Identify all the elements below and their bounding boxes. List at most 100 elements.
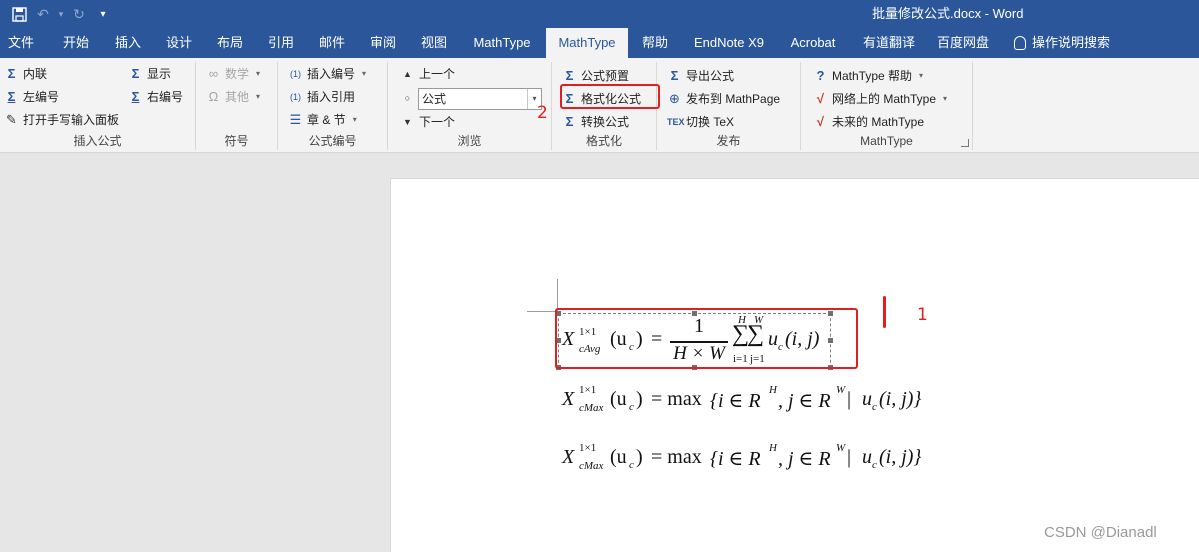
eq-arg-close: ) — [636, 388, 643, 410]
list-icon: ☰ — [289, 112, 302, 127]
tex-icon: TEX — [667, 117, 685, 127]
chevron-down-icon: ▾ — [256, 69, 261, 78]
arrow-up-icon: ▲ — [403, 69, 412, 79]
tab-references[interactable]: 引用 — [257, 28, 305, 58]
future-icon: √ — [816, 114, 825, 129]
sigma-numbered-icon: Σ — [131, 89, 140, 104]
tab-layout[interactable]: 布局 — [206, 28, 254, 58]
title-bar: ↶ ▾ ↻ ▾ 批量修改公式.docx - Word — [0, 0, 1199, 28]
sigma-numbered-icon: Σ — [7, 89, 16, 104]
handwriting-panel-button[interactable]: ✎ 打开手写输入面板 — [4, 110, 119, 130]
group-browse: ▲ 上一个 ○ 公式 ▾ ▼ 下一个 浏览 — [388, 62, 552, 150]
other-symbols-button[interactable]: Ω 其他 ▾ — [206, 87, 260, 107]
equation-2[interactable]: X 1×1 cMax (u c ) = max {i ∈ R H , j ∈ R… — [562, 382, 942, 422]
radio-icon: ○ — [404, 93, 411, 103]
chevron-down-icon: ▾ — [943, 94, 948, 103]
tab-acrobat[interactable]: Acrobat — [780, 28, 846, 58]
toggle-tex-button[interactable]: TEX 切换 TeX — [667, 112, 734, 132]
insert-number-button[interactable]: (1) 插入编号 ▾ — [288, 64, 366, 84]
group-publish: Σ 导出公式 ⊕ 发布到 MathPage TEX 切换 TeX 发布 — [657, 62, 801, 150]
eq-sup-W: W — [836, 442, 846, 454]
formula-preset-button[interactable]: Σ 公式预置 — [562, 66, 629, 86]
eq-u: u — [862, 446, 872, 468]
dialog-launcher-icon[interactable] — [961, 139, 969, 147]
eq-max: = max — [651, 446, 702, 468]
next-button[interactable]: ▼ 下一个 — [400, 112, 455, 132]
preset-icon: Σ — [565, 68, 574, 83]
tell-me-label: 操作说明搜索 — [1032, 35, 1111, 50]
tab-help[interactable]: 帮助 — [634, 28, 676, 58]
globe-icon: ⊕ — [669, 91, 680, 106]
eq-set-open: {i ∈ R — [710, 390, 761, 412]
lightbulb-icon — [1014, 36, 1026, 50]
tab-youdao[interactable]: 有道翻译 — [856, 28, 922, 58]
tab-mailings[interactable]: 邮件 — [308, 28, 356, 58]
eq-set-mid: , j ∈ R — [778, 448, 831, 470]
eq-set-open: {i ∈ R — [710, 448, 761, 470]
browse-type-combo[interactable]: 公式 ▾ — [418, 88, 542, 110]
eq-max: = max — [651, 388, 702, 410]
insert-reference-button[interactable]: (1) 插入引用 — [288, 87, 355, 107]
quick-access-toolbar: ↶ ▾ ↻ ▾ — [8, 3, 114, 25]
tell-me-search[interactable]: 操作说明搜索 — [1014, 28, 1110, 58]
tab-review[interactable]: 审阅 — [359, 28, 407, 58]
export-equations-button[interactable]: Σ 导出公式 — [667, 66, 734, 86]
mathtype-on-web-button[interactable]: √ 网络上的 MathType ▾ — [813, 89, 947, 109]
tab-baidu[interactable]: 百度网盘 — [930, 28, 996, 58]
tab-endnote[interactable]: EndNote X9 — [686, 28, 772, 58]
annotation-number-2: 2 — [537, 103, 548, 123]
group-label: 符号 — [224, 134, 249, 148]
publish-mathpage-button[interactable]: ⊕ 发布到 MathPage — [667, 89, 780, 109]
tab-home[interactable]: 开始 — [52, 28, 100, 58]
inline-button[interactable]: Σ 内联 — [4, 64, 47, 84]
tab-design[interactable]: 设计 — [155, 28, 203, 58]
mathtype-help-button[interactable]: ? MathType 帮助 ▾ — [813, 66, 924, 86]
tab-view[interactable]: 视图 — [410, 28, 458, 58]
group-formula-number: (1) 插入编号 ▾ (1) 插入引用 ☰ 章 & 节 ▾ 公式编号 — [278, 62, 388, 150]
tab-mathtype-active[interactable]: MathType — [546, 28, 628, 58]
redo-icon[interactable]: ↻ — [68, 3, 90, 25]
eq-arg: (u — [610, 388, 627, 410]
browse-combo-value: 公式 — [422, 92, 447, 106]
group-label: 浏览 — [457, 134, 482, 148]
eq-arg-close: ) — [636, 446, 643, 468]
eq-bar: | — [847, 388, 852, 410]
group-mathtype: ? MathType 帮助 ▾ √ 网络上的 MathType ▾ √ 未来的 MathT… — [801, 62, 973, 150]
eq-tail: (i, j)} — [879, 446, 922, 468]
group-label: 插入公式 — [73, 134, 122, 148]
help-icon: ? — [816, 68, 825, 83]
future-mathtype-button[interactable]: √ 未来的 MathType — [813, 112, 924, 132]
group-symbols: ∞ 数学 ▾ Ω 其他 ▾ 符号 — [196, 62, 278, 150]
browse-type-radio[interactable]: ○ — [400, 88, 415, 108]
math-symbols-button[interactable]: ∞ 数学 ▾ — [206, 64, 260, 84]
equation-3[interactable]: X 1×1 cMax (u c ) = max {i ∈ R H , j ∈ R… — [562, 440, 942, 480]
eq-tail: (i, j)} — [879, 388, 922, 410]
undo-icon[interactable]: ↶ — [32, 3, 54, 25]
sigma-icon: Σ — [7, 66, 16, 81]
eq-superscript: 1×1 — [579, 442, 597, 454]
undo-dropdown-icon[interactable]: ▾ — [56, 9, 66, 20]
tab-insert[interactable]: 插入 — [104, 28, 152, 58]
chapter-section-button[interactable]: ☰ 章 & 节 ▾ — [288, 110, 357, 130]
sigma-icon: Σ — [131, 66, 140, 81]
right-number-button[interactable]: Σ 右编号 — [128, 87, 183, 107]
left-number-button[interactable]: Σ 左编号 — [4, 87, 59, 107]
export-icon: Σ — [670, 68, 679, 83]
annotation-stroke — [883, 296, 886, 328]
eq-symbol: X — [562, 388, 575, 410]
crop-mark — [527, 311, 557, 312]
omega-icon: Ω — [208, 89, 219, 104]
previous-button[interactable]: ▲ 上一个 — [400, 64, 455, 84]
eq-set-mid: , j ∈ R — [778, 390, 831, 412]
display-button[interactable]: Σ 显示 — [128, 64, 171, 84]
tab-mathtype-1[interactable]: MathType — [462, 28, 542, 58]
eq-u-subscript: c — [872, 401, 877, 413]
eq-sup-H: H — [769, 442, 777, 454]
group-label: 公式编号 — [308, 134, 357, 148]
tab-file[interactable]: 文件 — [0, 28, 42, 58]
chevron-down-icon: ▾ — [256, 92, 261, 101]
save-icon[interactable] — [8, 3, 30, 25]
customize-qat-icon[interactable]: ▾ — [92, 3, 114, 25]
convert-equations-button[interactable]: Σ 转换公式 — [562, 112, 629, 132]
web-icon: √ — [816, 91, 825, 106]
